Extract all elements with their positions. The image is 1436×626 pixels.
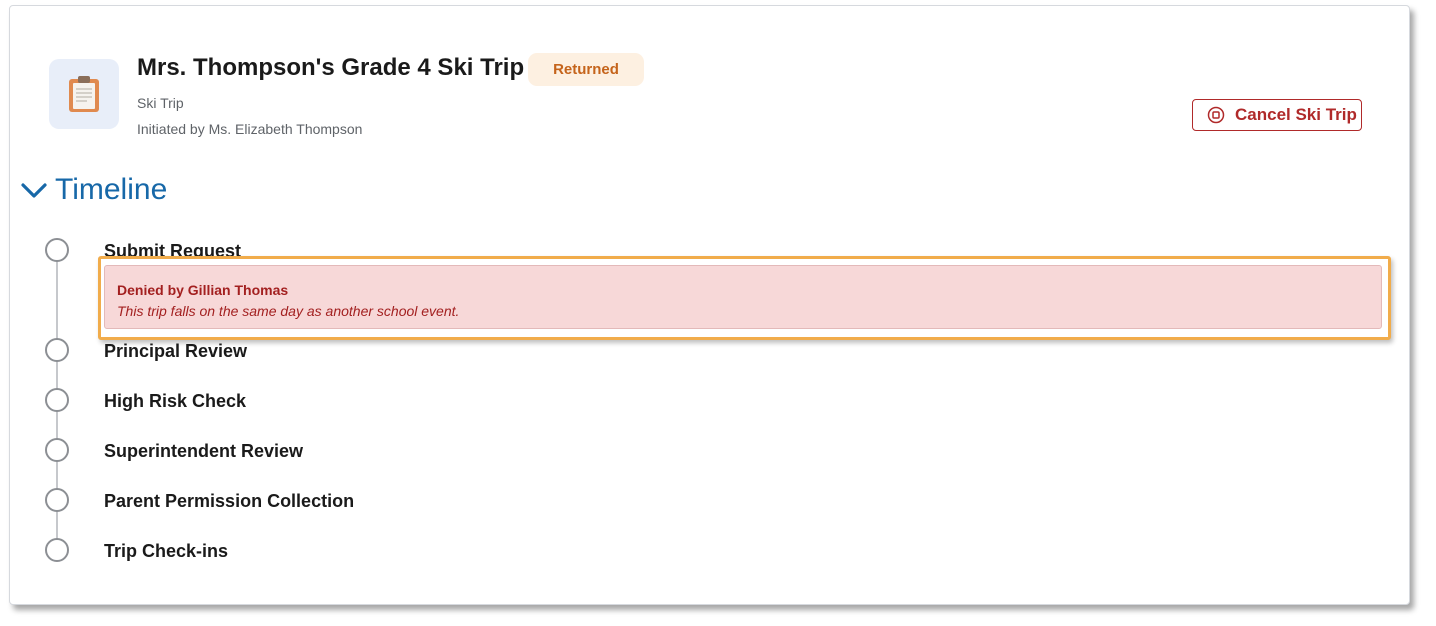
cancel-trip-label: Cancel Ski Trip [1235,105,1357,124]
denial-reason: This trip falls on the same day as anoth… [117,303,460,319]
step-circle-high-risk-check [45,388,69,412]
stop-icon [1207,106,1225,124]
step-trip-check-ins[interactable]: Trip Check-ins [104,541,228,562]
step-principal-review[interactable]: Principal Review [104,341,247,362]
denial-notice: Denied by Gillian Thomas This trip falls… [104,265,1382,329]
step-parent-permission[interactable]: Parent Permission Collection [104,491,354,512]
status-badge: Returned [528,53,644,86]
step-circle-parent-permission [45,488,69,512]
step-high-risk-check[interactable]: High Risk Check [104,391,246,412]
step-superintendent-review[interactable]: Superintendent Review [104,441,303,462]
step-circle-superintendent-review [45,438,69,462]
denial-title: Denied by Gillian Thomas [117,282,289,298]
step-circle-principal-review [45,338,69,362]
page-title: Mrs. Thompson's Grade 4 Ski Trip [137,54,525,81]
trip-type: Ski Trip [137,95,184,111]
timeline-title: Timeline [55,173,168,206]
clipboard-icon [49,59,119,129]
initiated-by: Initiated by Ms. Elizabeth Thompson [137,121,363,137]
cancel-trip-button[interactable]: Cancel Ski Trip [1192,99,1362,131]
chevron-down-icon [20,176,48,204]
step-circle-trip-check-ins [45,538,69,562]
timeline-toggle[interactable]: Timeline [20,173,167,207]
trip-card: Mrs. Thompson's Grade 4 Ski Trip Returne… [9,5,1410,605]
step-circle-submit-request [45,238,69,262]
